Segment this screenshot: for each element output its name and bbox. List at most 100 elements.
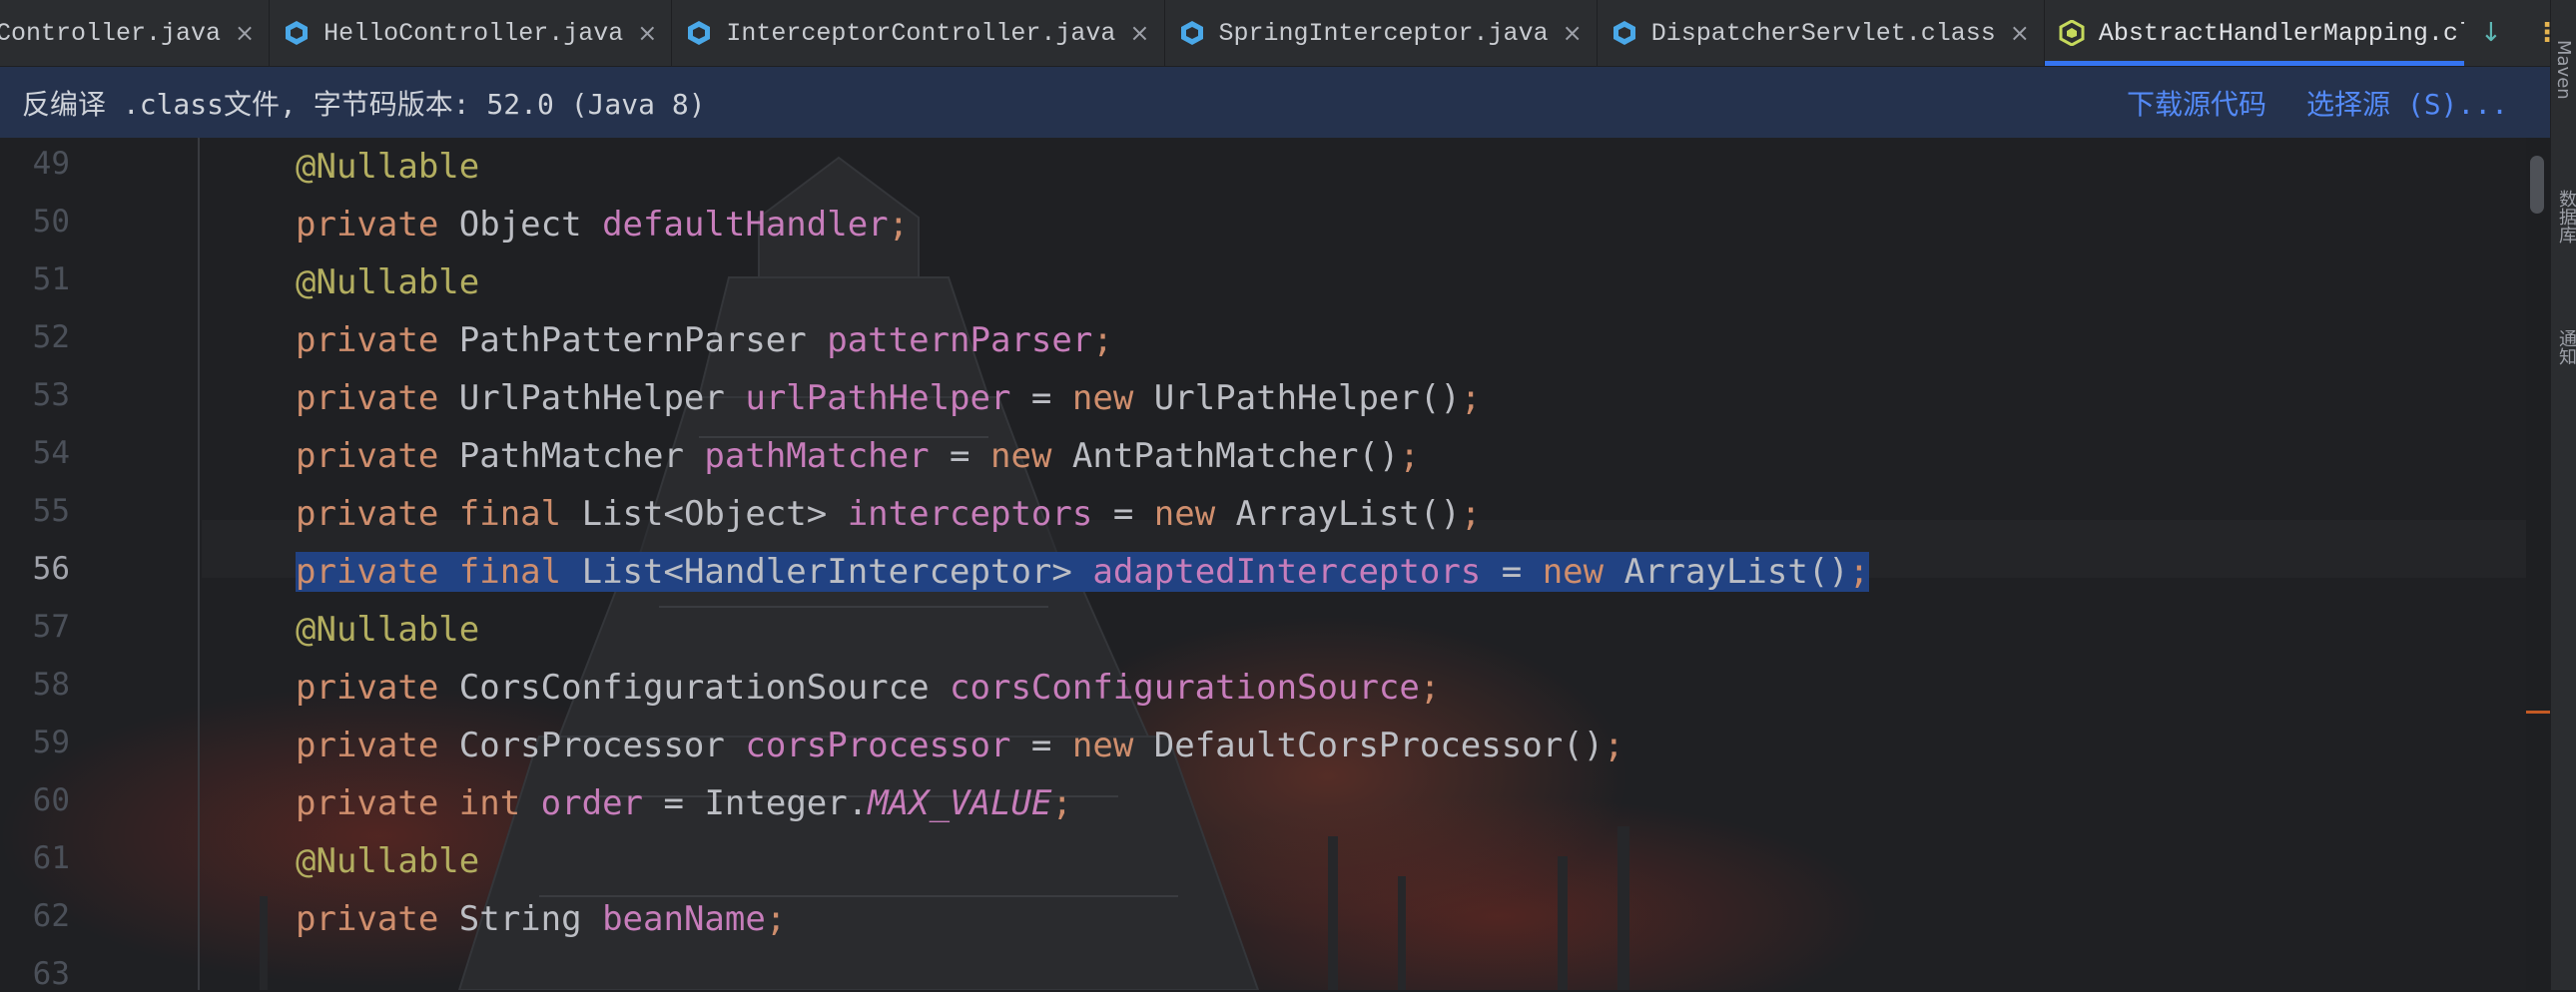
tab-label: HelloController.java <box>323 18 624 48</box>
editor-scrollbar[interactable] <box>2526 138 2550 990</box>
code-editor[interactable]: @Nullable private Object defaultHandler; @… <box>0 138 2526 990</box>
tab-label: DispatcherServlet.class <box>1650 18 1996 48</box>
tab-label: InterceptorController.java <box>726 18 1116 48</box>
code-token: adaptedInterceptors <box>1092 552 1482 592</box>
code-line[interactable]: private final List<Object> interceptors … <box>296 485 1481 543</box>
code-token: String <box>458 899 603 939</box>
right-tool-window-strip: Maven 数据库 通知 <box>2550 0 2576 990</box>
code-token: = <box>1092 494 1154 534</box>
code-token: ; <box>1051 783 1072 823</box>
tab-label: Controller.java <box>0 18 222 48</box>
code-token: Integer. <box>704 783 869 823</box>
banner-actions: 下载源代码 选择源 (S)... <box>2127 83 2508 123</box>
code-token: private <box>296 436 459 476</box>
close-icon[interactable]: × <box>637 19 657 47</box>
scrollbar-thumb[interactable] <box>2530 156 2544 214</box>
code-line-text: private PathPatternParser patternParser; <box>296 320 1113 360</box>
abstract-class-icon <box>2059 20 2085 46</box>
code-token: new <box>1071 726 1154 765</box>
code-token: final <box>458 552 582 592</box>
code-token: ; <box>1092 320 1113 360</box>
code-token: = <box>1481 552 1543 592</box>
code-token: patternParser <box>827 320 1093 360</box>
code-line[interactable]: private String beanName; <box>296 890 786 948</box>
choose-source-link[interactable]: 选择源 (S)... <box>2306 83 2508 123</box>
code-token: interceptors <box>847 494 1093 534</box>
code-line-text: private CorsConfigurationSource corsConf… <box>296 668 1440 708</box>
code-line[interactable]: private int order = Integer.MAX_VALUE; <box>296 774 1072 832</box>
code-token: ; <box>1604 726 1624 765</box>
close-icon[interactable]: × <box>1563 19 1583 47</box>
code-line-text: private Object defaultHandler; <box>296 205 909 245</box>
code-token: @Nullable <box>296 147 480 187</box>
code-token: private <box>296 668 459 708</box>
code-token: CorsConfigurationSource <box>458 668 951 708</box>
scrollbar-error-marker[interactable] <box>2526 711 2550 714</box>
code-token: pathMatcher <box>704 436 930 476</box>
code-token: ; <box>765 899 787 939</box>
code-token: new <box>1542 552 1624 592</box>
tab-label: AbstractHandlerMapping.class <box>2098 18 2518 48</box>
java-class-icon <box>1611 20 1637 46</box>
code-token: final <box>458 494 582 534</box>
download-source-link[interactable]: 下载源代码 <box>2127 83 2266 123</box>
code-line[interactable]: private UrlPathHelper urlPathHelper = ne… <box>296 369 1481 427</box>
code-line-text: private PathMatcher pathMatcher = new An… <box>296 436 1420 476</box>
code-line[interactable]: private CorsProcessor corsProcessor = ne… <box>296 717 1624 774</box>
code-token: corsProcessor <box>745 726 1011 765</box>
code-token: beanName <box>602 899 766 939</box>
code-token: ArrayList() <box>1235 494 1461 534</box>
code-line-text: private int order = Integer.MAX_VALUE; <box>296 783 1072 823</box>
code-token: = <box>1010 726 1072 765</box>
code-token: CorsProcessor <box>458 726 746 765</box>
code-token: ; <box>888 205 910 245</box>
scroll-down-icon[interactable]: ↓ <box>2480 18 2502 48</box>
tab-interceptorcontroller-java[interactable]: InterceptorController.java × <box>672 0 1165 66</box>
code-line-text: @Nullable <box>296 147 479 187</box>
code-line[interactable]: @Nullable <box>296 253 479 311</box>
code-token: corsConfigurationSource <box>950 668 1420 708</box>
code-line[interactable]: private final List<HandlerInterceptor> a… <box>296 543 1870 601</box>
tab-hellocontroller-java[interactable]: HelloController.java × <box>270 0 673 66</box>
tab-springinterceptor-java[interactable]: SpringInterceptor.java × <box>1165 0 1598 66</box>
database-tool-button[interactable]: 数据库 <box>2553 190 2576 244</box>
code-token: private <box>296 205 459 245</box>
tab-dispatcherservlet-class[interactable]: DispatcherServlet.class × <box>1598 0 2045 66</box>
code-line-text: private final List<Object> interceptors … <box>296 494 1481 534</box>
close-icon[interactable]: × <box>235 19 255 47</box>
code-line[interactable]: private PathPatternParser patternParser; <box>296 311 1113 369</box>
code-token: private <box>296 783 459 823</box>
maven-tool-button[interactable]: Maven <box>2553 40 2574 100</box>
code-line[interactable]: private CorsConfigurationSource corsConf… <box>296 659 1440 717</box>
code-token: new <box>1071 378 1154 418</box>
code-line-text: private CorsProcessor corsProcessor = ne… <box>296 726 1624 765</box>
code-token: ; <box>1848 552 1870 592</box>
code-line-text: private String beanName; <box>296 899 786 939</box>
code-line[interactable]: @Nullable <box>296 601 479 659</box>
code-token: ; <box>1460 494 1482 534</box>
java-class-icon <box>686 20 712 46</box>
code-line[interactable]: @Nullable <box>296 138 479 196</box>
tab-label: SpringInterceptor.java <box>1218 18 1549 48</box>
code-token: private <box>296 899 459 939</box>
code-token: List<HandlerInterceptor> <box>581 552 1093 592</box>
editor-tab-bar: Controller.java × HelloController.java ×… <box>0 0 2576 67</box>
code-line[interactable]: private PathMatcher pathMatcher = new An… <box>296 427 1420 485</box>
code-token: UrlPathHelper <box>458 378 746 418</box>
code-token: defaultHandler <box>602 205 889 245</box>
code-token: ; <box>1460 378 1482 418</box>
code-token: UrlPathHelper() <box>1153 378 1461 418</box>
code-token: order <box>540 783 644 823</box>
code-line[interactable]: private Object defaultHandler; <box>296 196 909 253</box>
code-line[interactable]: @Nullable <box>296 832 479 890</box>
code-token: ArrayList() <box>1623 552 1849 592</box>
notifications-tool-button[interactable]: 通知 <box>2553 329 2576 365</box>
close-icon[interactable]: × <box>2010 19 2030 47</box>
selected-text[interactable]: private final List<HandlerInterceptor> a… <box>296 552 1870 592</box>
java-class-icon <box>1179 20 1205 46</box>
code-token: int <box>458 783 541 823</box>
code-token: ; <box>1399 436 1420 476</box>
tab-controller-java[interactable]: Controller.java × <box>0 0 271 66</box>
code-token: new <box>990 436 1072 476</box>
close-icon[interactable]: × <box>1129 19 1149 47</box>
